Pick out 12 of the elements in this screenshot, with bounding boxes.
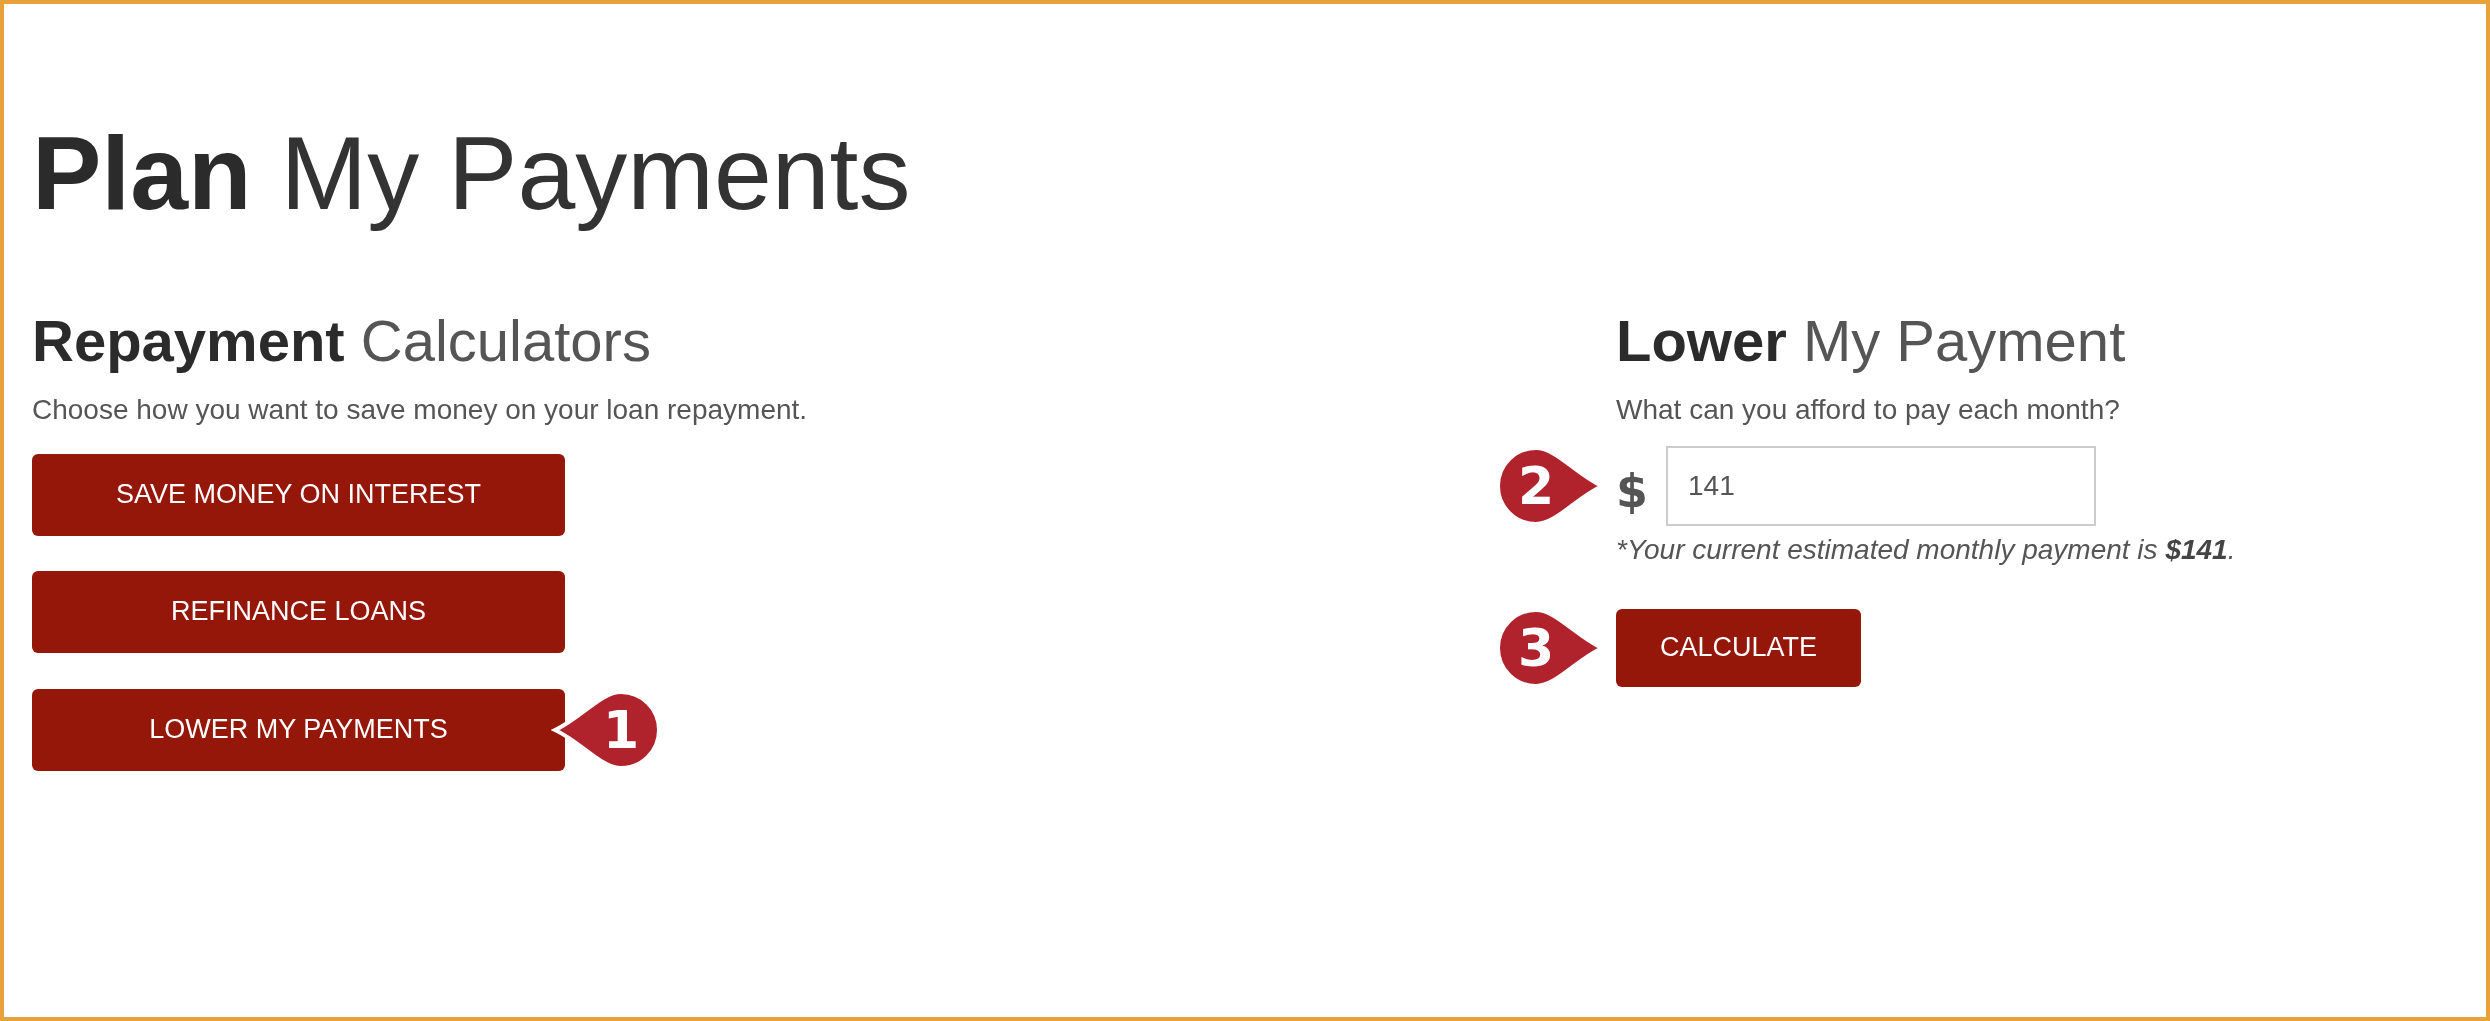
calculate-button[interactable]: CALCULATE xyxy=(1616,609,1862,687)
payment-note: *Your current estimated monthly payment is $141. xyxy=(1616,534,2236,566)
calculator-button[interactable]: REFINANCE LOANS xyxy=(32,571,565,653)
calculator-button[interactable]: SAVE MONEY ON INTEREST xyxy=(32,454,565,536)
currency-symbol: $ xyxy=(1616,463,1648,518)
section-heading: Repayment Calculators xyxy=(32,307,652,376)
section-heading: Lower My Payment xyxy=(1616,307,2127,376)
payment-input-field[interactable]: 141 xyxy=(1666,446,2096,526)
section-description: Choose how you want to save money on your loan repayment. xyxy=(32,394,809,426)
question-text: What can you afford to pay each month? xyxy=(1616,394,2121,426)
page-title: Plan My Payments xyxy=(32,116,912,231)
calculator-button[interactable]: LOWER MY PAYMENTS xyxy=(32,689,565,771)
